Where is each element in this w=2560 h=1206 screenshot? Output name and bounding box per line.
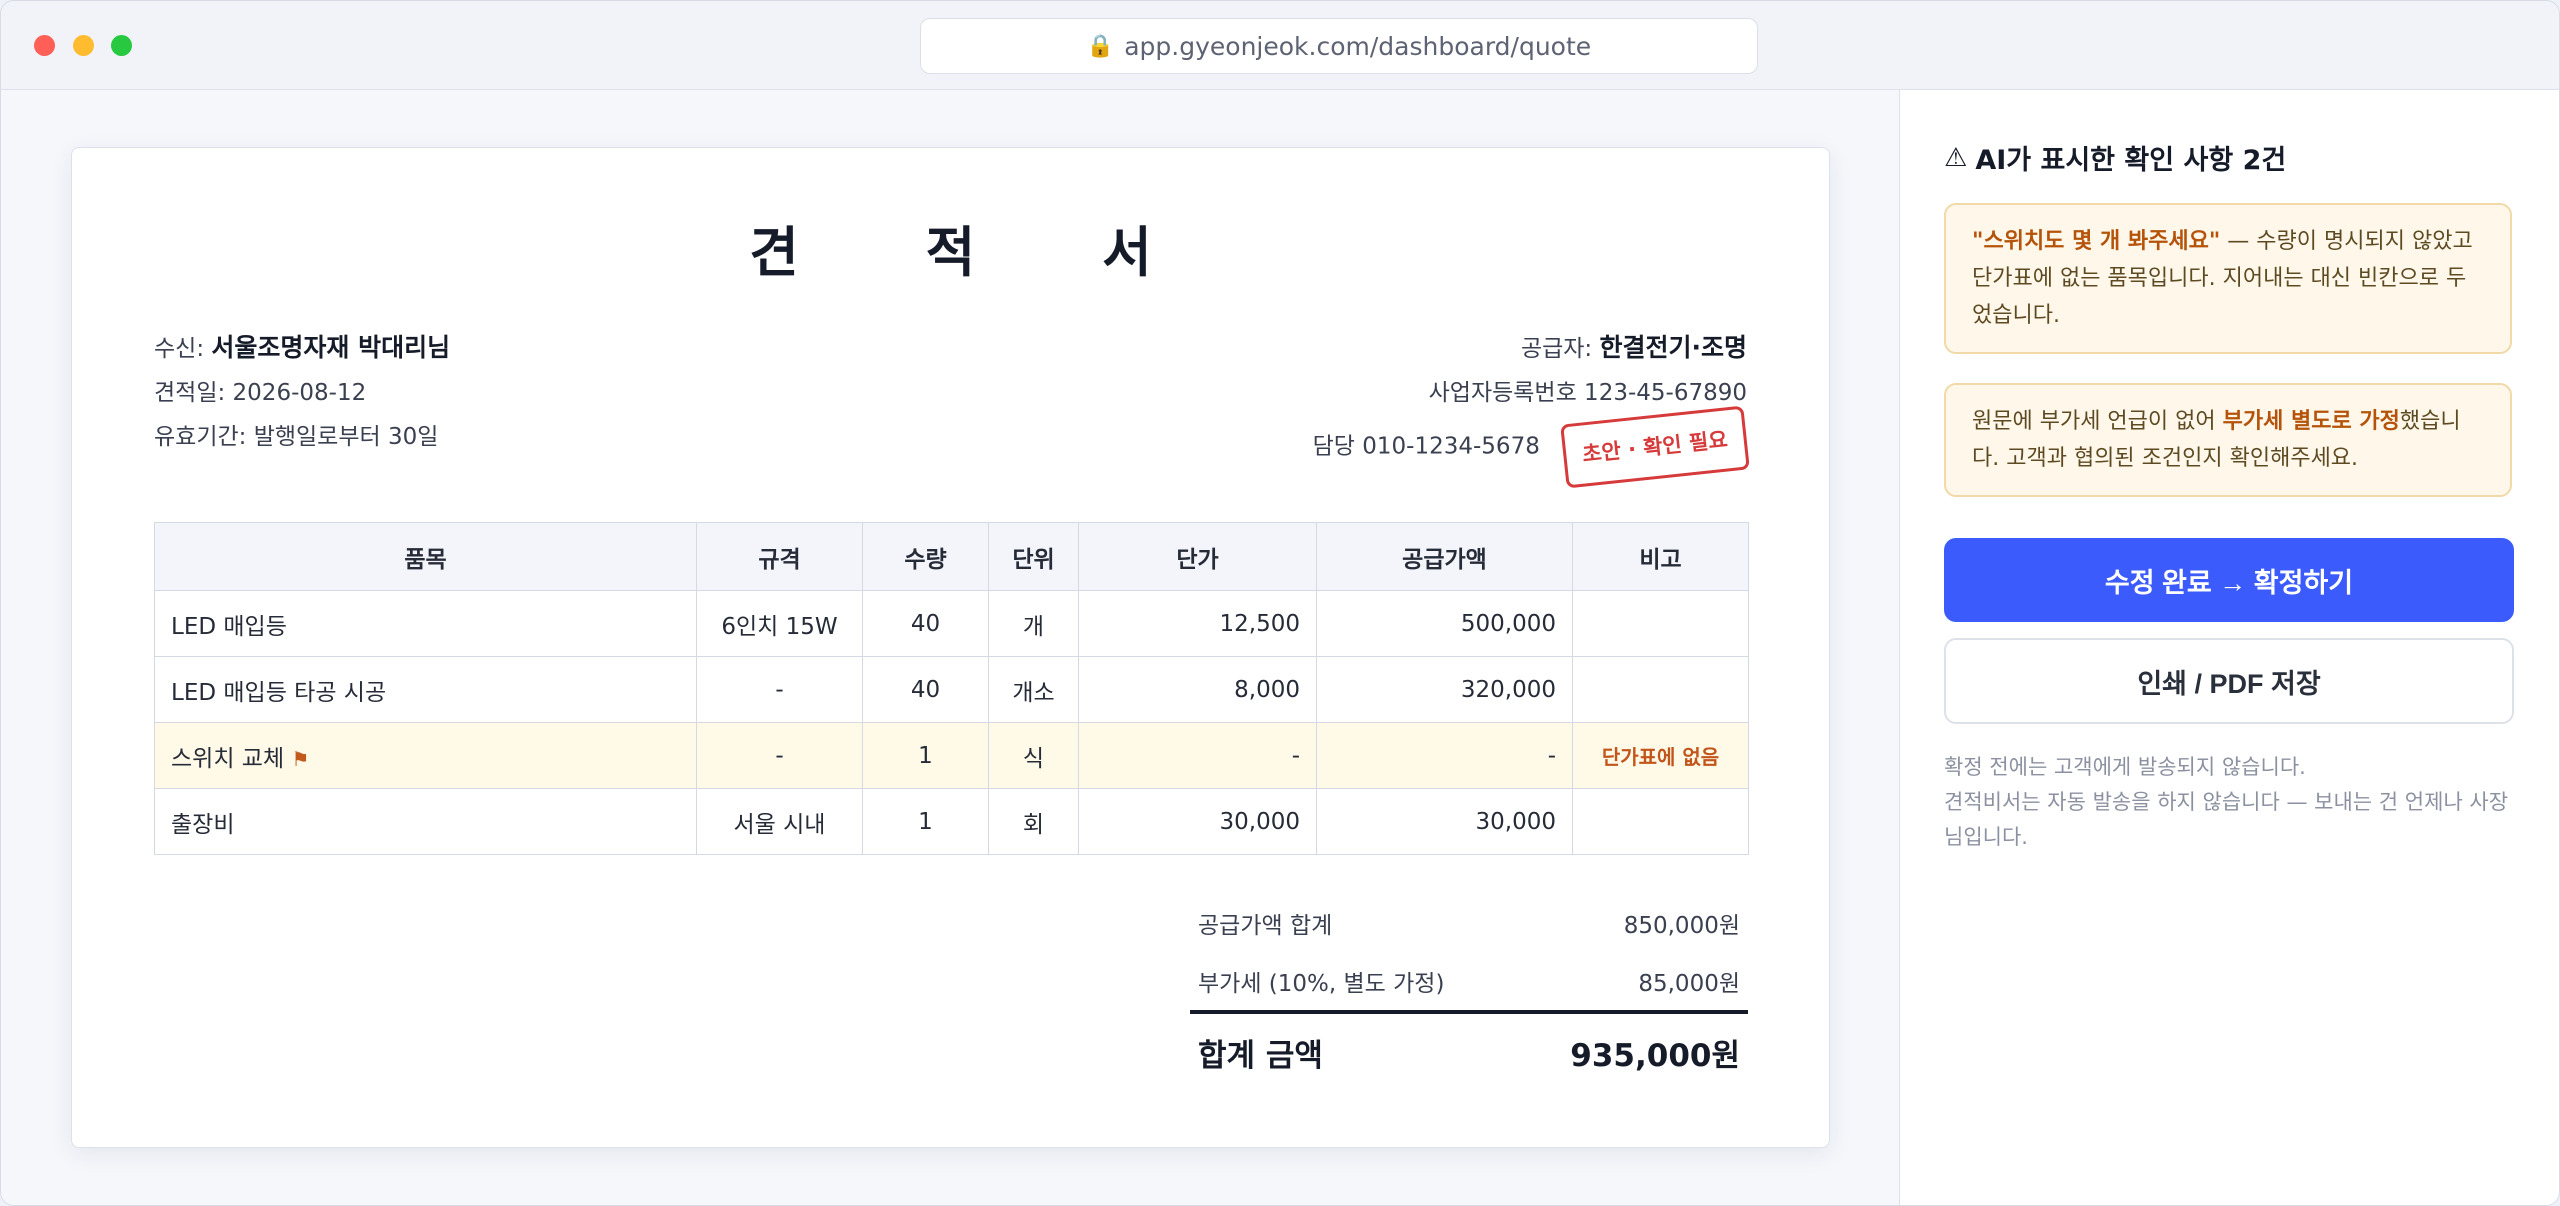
total-value: 935,000원	[1570, 1037, 1740, 1074]
recipient-name: 서울조명자재 박대리님	[211, 333, 451, 362]
recipient-info: 수신: 서울조명자재 박대리님 견적일: 2026-08-12 유효기간: 발행…	[154, 326, 450, 459]
ai-review-sidebar: ⚠ AI가 표시한 확인 사항 2건 "스위치도 몇 개 봐주세요" — 수량이…	[1899, 90, 2559, 1205]
contact-line: 담당 010-1234-5678 초안 · 확인 필요	[1312, 405, 1750, 489]
column-header: 단위	[988, 522, 1079, 591]
table-row[interactable]: LED 매입등 타공 시공 - 40 개소 8,000 320,000	[154, 656, 1749, 723]
card-emphasis: 부가세 별도로 가정	[2222, 409, 2400, 434]
column-header: 규격	[696, 522, 863, 591]
item-cell[interactable]: 스위치 교체 ⚑	[154, 722, 697, 789]
draft-stamp: 초안 · 확인 필요	[1560, 405, 1750, 489]
column-header: 수량	[862, 522, 989, 591]
item-cell[interactable]: LED 매입등 타공 시공	[154, 656, 697, 723]
lock-icon: 🔒	[1086, 33, 1115, 59]
spec-cell[interactable]: 6인치 15W	[696, 590, 863, 657]
amount-cell: 500,000	[1316, 590, 1573, 657]
supplier-line: 공급자: 한결전기·조명	[1313, 326, 1747, 371]
column-header: 품목	[154, 522, 697, 591]
supplier-info: 공급자: 한결전기·조명 사업자등록번호 123-45-67890 담당 010…	[1312, 326, 1750, 489]
minimize-window-button[interactable]	[73, 35, 94, 56]
qty-cell[interactable]: 1	[862, 722, 989, 789]
business-number: 사업자등록번호 123-45-67890	[1428, 380, 1747, 406]
unit-cell[interactable]: 회	[988, 788, 1079, 855]
warning-icon: ⚠	[1944, 142, 1968, 173]
validity-period: 유효기간: 발행일로부터 30일	[154, 424, 439, 450]
qty-cell[interactable]: 40	[862, 590, 989, 657]
subtotal-row: 공급가액 합계 850,000원	[1190, 894, 1748, 952]
review-card-switch: "스위치도 몇 개 봐주세요" — 수량이 명시되지 않았고 단가표에 없는 품…	[1944, 203, 2512, 354]
amount-cell: 30,000	[1316, 788, 1573, 855]
unit-cell[interactable]: 개	[988, 590, 1079, 657]
recipient-label: 수신:	[154, 336, 205, 362]
table-row[interactable]: 출장비 서울 시내 1 회 30,000 30,000	[154, 788, 1749, 855]
review-card-vat: 원문에 부가세 언급이 없어 부가세 별도로 가정했습니다. 고객과 협의된 조…	[1944, 383, 2512, 497]
url-text: app.gyeonjeok.com/dashboard/quote	[1124, 31, 1592, 61]
totals-summary: 공급가액 합계 850,000원 부가세 (10%, 별도 가정) 85,000…	[1190, 894, 1748, 1090]
table-header-row: 품목 규격 수량 단위 단가 공급가액 비고	[154, 522, 1749, 591]
vat-value: 85,000원	[1638, 971, 1740, 997]
main-area: 견 적 서 수신: 서울조명자재 박대리님 견적일: 2026-08-12 유효…	[1, 90, 1899, 1205]
sidebar-title: AI가 표시한 확인 사항 2건	[1975, 145, 2287, 176]
column-header: 공급가액	[1316, 522, 1573, 591]
note-cell[interactable]	[1572, 590, 1749, 657]
sidebar-heading: ⚠ AI가 표시한 확인 사항 2건	[1944, 138, 2286, 177]
spec-cell[interactable]: -	[696, 656, 863, 723]
unit-cell[interactable]: 개소	[988, 656, 1079, 723]
title-bar: 🔒 app.gyeonjeok.com/dashboard/quote	[1, 1, 2559, 90]
address-bar[interactable]: 🔒 app.gyeonjeok.com/dashboard/quote	[920, 18, 1758, 74]
subtotal-label: 공급가액 합계	[1198, 913, 1333, 939]
spec-cell[interactable]: -	[696, 722, 863, 789]
table-row[interactable]: LED 매입등 6인치 15W 40 개 12,500 500,000	[154, 590, 1749, 657]
column-header: 비고	[1572, 522, 1749, 591]
note-cell[interactable]: 단가표에 없음	[1572, 722, 1749, 789]
vat-row: 부가세 (10%, 별도 가정) 85,000원	[1190, 952, 1748, 1010]
sidebar-footnote: 확정 전에는 고객에게 발송되지 않습니다. 견적비서는 자동 발송을 하지 않…	[1944, 750, 2514, 855]
unit-cell[interactable]: 식	[988, 722, 1079, 789]
amount-cell: -	[1316, 722, 1573, 789]
price-cell[interactable]: -	[1078, 722, 1317, 789]
quote-date: 견적일: 2026-08-12	[154, 380, 367, 406]
item-cell[interactable]: LED 매입등	[154, 590, 697, 657]
table-row-flagged[interactable]: 스위치 교체 ⚑ - 1 식 - - 단가표에 없음	[154, 722, 1749, 789]
supplier-label: 공급자:	[1520, 336, 1593, 362]
print-pdf-button[interactable]: 인쇄 / PDF 저장	[1944, 638, 2514, 724]
browser-window: 🔒 app.gyeonjeok.com/dashboard/quote 견 적 …	[0, 0, 2560, 1206]
grand-total-row: 합계 금액 935,000원	[1190, 1010, 1748, 1090]
not-in-price-list-note: 단가표에 없음	[1601, 745, 1720, 769]
card-quote: "스위치도 몇 개 봐주세요"	[1972, 229, 2221, 254]
items-table: 품목 규격 수량 단위 단가 공급가액 비고 LED 매입등 6인치 15W 4…	[154, 522, 1749, 855]
spec-cell[interactable]: 서울 시내	[696, 788, 863, 855]
subtotal-value: 850,000원	[1623, 913, 1740, 939]
price-cell[interactable]: 8,000	[1078, 656, 1317, 723]
item-cell[interactable]: 출장비	[154, 788, 697, 855]
total-label: 합계 금액	[1198, 1037, 1323, 1074]
amount-cell: 320,000	[1316, 656, 1573, 723]
contact-phone: 담당 010-1234-5678	[1312, 433, 1540, 460]
footnote-line: 확정 전에는 고객에게 발송되지 않습니다.	[1944, 755, 2306, 779]
confirm-button[interactable]: 수정 완료 → 확정하기	[1944, 538, 2514, 622]
item-name: 스위치 교체	[171, 745, 285, 772]
vat-label: 부가세 (10%, 별도 가정)	[1198, 971, 1445, 997]
qty-cell[interactable]: 40	[862, 656, 989, 723]
maximize-window-button[interactable]	[111, 35, 132, 56]
qty-cell[interactable]: 1	[862, 788, 989, 855]
price-cell[interactable]: 30,000	[1078, 788, 1317, 855]
flag-icon: ⚑	[291, 746, 310, 771]
footnote-line: 견적비서는 자동 발송을 하지 않습니다 — 보내는 건 언제나 사장님입니다.	[1944, 790, 2509, 849]
quote-document: 견 적 서 수신: 서울조명자재 박대리님 견적일: 2026-08-12 유효…	[71, 147, 1830, 1148]
card-text-before: 원문에 부가세 언급이 없어	[1972, 409, 2223, 434]
close-window-button[interactable]	[34, 35, 55, 56]
recipient-line: 수신: 서울조명자재 박대리님	[154, 326, 450, 371]
price-cell[interactable]: 12,500	[1078, 590, 1317, 657]
document-title: 견 적 서	[749, 221, 1206, 284]
column-header: 단가	[1078, 522, 1317, 591]
supplier-name: 한결전기·조명	[1599, 333, 1748, 362]
note-cell[interactable]	[1572, 788, 1749, 855]
note-cell[interactable]	[1572, 656, 1749, 723]
